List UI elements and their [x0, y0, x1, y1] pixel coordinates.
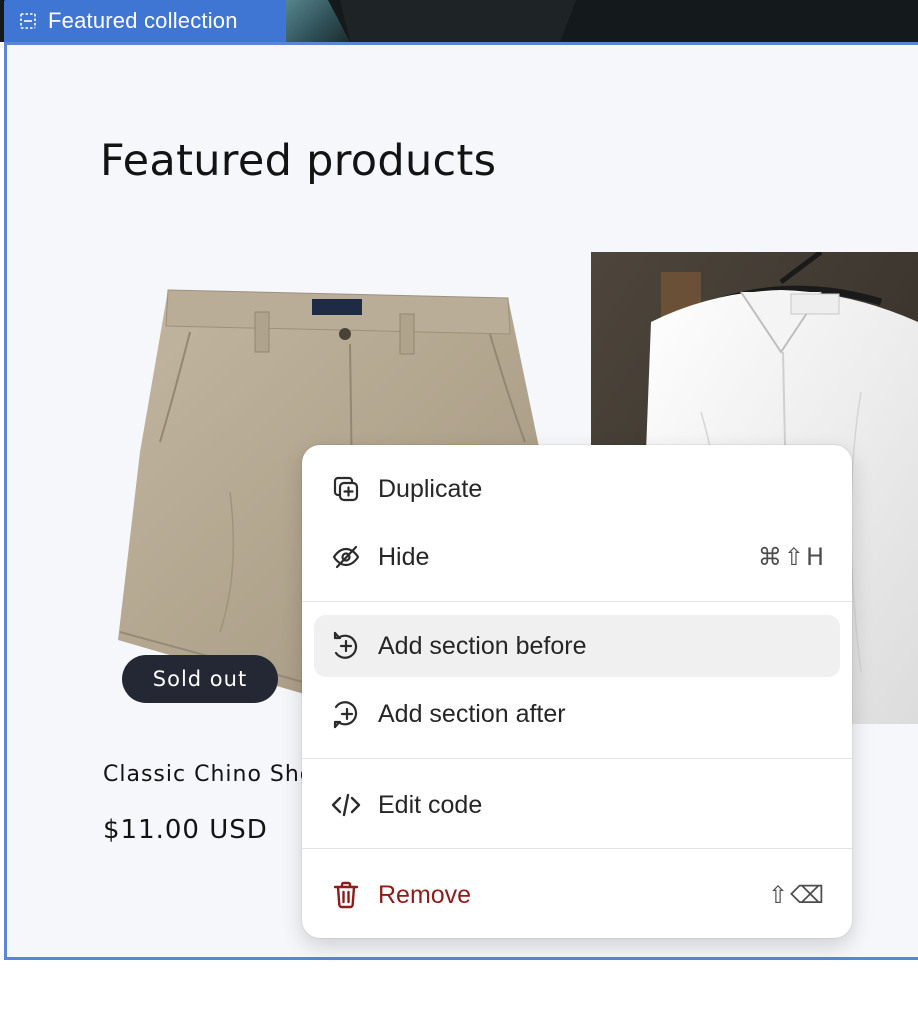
menu-item-label: Edit code	[378, 790, 483, 819]
menu-divider	[302, 758, 852, 759]
background-image-strip	[280, 0, 350, 42]
product-title[interactable]: Classic Chino Shorts	[103, 762, 303, 787]
menu-item-shortcut: ⌘⇧H	[757, 543, 826, 571]
menu-item-label: Duplicate	[378, 474, 483, 503]
menu-divider	[302, 601, 852, 602]
background-image-strip-dark	[340, 0, 576, 42]
code-icon	[330, 789, 362, 821]
trash-icon	[330, 879, 362, 911]
add-section-after-icon	[330, 698, 362, 730]
menu-item-edit-code[interactable]: Edit code	[314, 774, 840, 836]
menu-item-label: Remove	[378, 880, 472, 909]
menu-item-label: Add section before	[378, 631, 587, 660]
menu-item-label: Hide	[378, 542, 430, 571]
menu-item-label: Add section after	[378, 699, 566, 728]
sold-out-badge: Sold out	[122, 655, 278, 703]
menu-item-duplicate[interactable]: Duplicate	[314, 458, 840, 520]
menu-item-add-section-before[interactable]: Add section before	[314, 615, 840, 677]
add-section-before-icon	[330, 630, 362, 662]
menu-item-hide[interactable]: Hide ⌘⇧H	[314, 526, 840, 588]
section-heading: Featured products	[100, 136, 497, 186]
duplicate-icon	[330, 473, 362, 505]
eye-off-icon	[330, 541, 362, 573]
menu-item-shortcut: ⇧⌫	[767, 881, 826, 909]
product-price: $11.00 USD	[103, 815, 268, 845]
section-tab-label: Featured collection	[48, 8, 238, 33]
section-icon	[18, 11, 38, 31]
menu-item-add-section-after[interactable]: Add section after	[314, 683, 840, 745]
menu-item-remove[interactable]: Remove ⇧⌫	[314, 864, 840, 926]
section-label-tab[interactable]: Featured collection	[4, 0, 286, 42]
menu-divider	[302, 848, 852, 849]
section-context-menu: Duplicate Hide ⌘⇧H Add section before Ad…	[302, 445, 852, 938]
